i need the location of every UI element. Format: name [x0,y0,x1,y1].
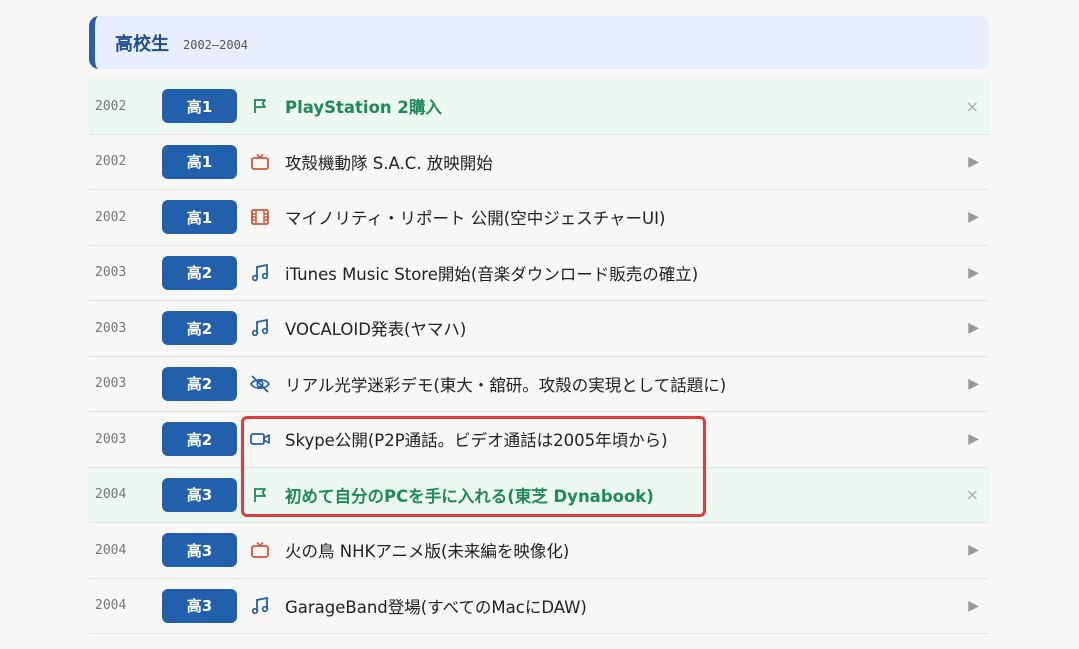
row-year: 2004 [95,487,127,503]
close-icon[interactable]: × [966,97,979,116]
grade-badge: 高2 [162,311,237,346]
timeline-row[interactable]: 2003 高2 Skype公開(P2P通話。ビデオ通話は2005年頃から) ▶ [89,412,989,468]
grade-badge: 高1 [162,144,237,179]
timeline-list: 2002 高1 PlayStation 2購入 × 2002 高1 攻殻機動隊 S.A.C.… [89,79,989,634]
grade-badge: 高3 [162,477,237,512]
row-label: Skype公開(P2P通話。ビデオ通話は2005年頃から) [285,431,668,451]
expand-arrow-icon[interactable]: ▶ [968,265,979,281]
tv-icon [248,150,272,174]
expand-arrow-icon[interactable]: ▶ [968,320,979,336]
grade-badge: 高2 [162,422,237,457]
row-label: 攻殻機動隊 S.A.C. 放映開始 [285,153,493,173]
music-icon [248,261,272,285]
row-label: リアル光学迷彩デモ(東大・舘研。攻殻の実現として話題に) [285,375,727,395]
expand-arrow-icon[interactable]: ▶ [968,431,979,447]
grade-badge: 高1 [162,89,237,124]
timeline-row[interactable]: 2003 高2 リアル光学迷彩デモ(東大・舘研。攻殻の実現として話題に) ▶ [89,357,989,412]
row-year: 2002 [95,98,127,114]
timeline-row[interactable]: 2002 高1 PlayStation 2購入 × [89,79,989,135]
row-label: GarageBand登場(すべてのMacにDAW) [285,597,587,617]
row-year: 2002 [95,209,127,225]
flag-icon [248,483,272,507]
row-label: VOCALOID発表(ヤマハ) [285,320,467,340]
grade-badge: 高1 [162,200,237,235]
expand-arrow-icon[interactable]: ▶ [968,154,979,170]
video-icon [248,427,272,451]
row-year: 2002 [95,154,127,170]
music-icon [248,594,272,618]
timeline-row[interactable]: 2002 高1 マイノリティ・リポート 公開(空中ジェスチャーUI) ▶ [89,190,989,246]
grade-badge: 高3 [162,588,237,623]
grade-badge: 高3 [162,533,237,568]
timeline-row[interactable]: 2003 高2 VOCALOID発表(ヤマハ) ▶ [89,301,989,357]
tv-icon [248,538,272,562]
row-year: 2003 [95,265,127,281]
grade-badge: 高2 [162,366,237,401]
timeline-row[interactable]: 2004 高3 火の鳥 NHKアニメ版(未来編を映像化) ▶ [89,523,989,579]
expand-arrow-icon[interactable]: ▶ [968,209,979,225]
timeline-row[interactable]: 2003 高2 iTunes Music Store開始(音楽ダウンロード販売の確立… [89,246,989,301]
row-year: 2003 [95,376,127,392]
section-title: 高校生 [115,33,169,55]
row-label: PlayStation 2購入 [285,98,442,118]
grade-badge: 高2 [162,255,237,290]
section-range: 2002–2004 [183,37,249,52]
flag-icon [248,94,272,118]
row-label: 初めて自分のPCを手に入れる(東芝 Dynabook) [285,486,654,506]
section-header: 高校生 2002–2004 [89,16,989,69]
music-icon [248,316,272,340]
row-year: 2004 [95,542,127,558]
row-label: マイノリティ・リポート 公開(空中ジェスチャーUI) [285,209,666,229]
row-year: 2004 [95,598,127,614]
row-year: 2003 [95,431,127,447]
film-icon [248,205,272,229]
timeline-row[interactable]: 2002 高1 攻殻機動隊 S.A.C. 放映開始 ▶ [89,135,989,190]
row-label: 火の鳥 NHKアニメ版(未来編を映像化) [285,542,570,562]
expand-arrow-icon[interactable]: ▶ [968,598,979,614]
expand-arrow-icon[interactable]: ▶ [968,542,979,558]
row-label: iTunes Music Store開始(音楽ダウンロード販売の確立) [285,264,699,284]
close-icon[interactable]: × [966,485,979,504]
eye-off-icon [248,372,272,396]
timeline-row[interactable]: 2004 高3 初めて自分のPCを手に入れる(東芝 Dynabook) × [89,467,989,523]
row-year: 2003 [95,320,127,336]
expand-arrow-icon[interactable]: ▶ [968,376,979,392]
timeline-row[interactable]: 2004 高3 GarageBand登場(すべてのMacにDAW) ▶ [89,579,989,634]
